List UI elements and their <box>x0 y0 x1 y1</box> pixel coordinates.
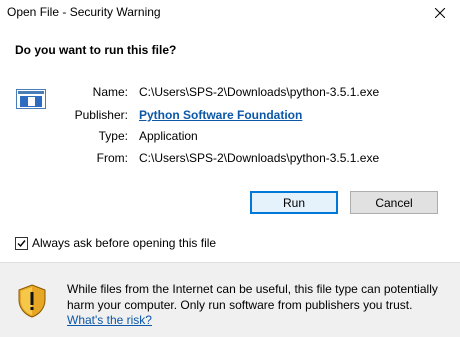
warning-line-2: harm your computer. Only run software fr… <box>67 297 413 312</box>
warning-line-1: While files from the Internet can be use… <box>67 282 438 296</box>
close-icon <box>435 8 445 18</box>
cancel-button[interactable]: Cancel <box>350 191 438 214</box>
security-shield-icon <box>18 284 46 318</box>
type-value: Application <box>139 129 198 143</box>
publisher-link[interactable]: Python Software Foundation <box>139 108 302 122</box>
always-ask-label: Always ask before opening this file <box>32 236 217 250</box>
type-label: Type: <box>98 129 128 143</box>
from-value: C:\Users\SPS-2\Downloads\python-3.5.1.ex… <box>139 151 380 165</box>
checkmark-icon <box>17 239 26 247</box>
from-label: From: <box>96 151 128 165</box>
warning-message: While files from the Internet can be use… <box>67 282 447 329</box>
publisher-label: Publisher: <box>74 108 128 122</box>
always-ask-option[interactable]: Always ask before opening this file <box>15 236 216 250</box>
name-value: C:\Users\SPS-2\Downloads\python-3.5.1.ex… <box>139 85 380 99</box>
close-button[interactable] <box>420 0 460 26</box>
dialog-heading: Do you want to run this file? <box>15 43 177 57</box>
whats-the-risk-link[interactable]: What's the risk? <box>67 313 152 327</box>
always-ask-checkbox[interactable] <box>15 236 28 250</box>
name-label: Name: <box>92 85 128 99</box>
title-bar: Open File - Security Warning <box>0 0 460 26</box>
window-title: Open File - Security Warning <box>7 5 161 19</box>
run-button[interactable]: Run <box>250 191 338 214</box>
